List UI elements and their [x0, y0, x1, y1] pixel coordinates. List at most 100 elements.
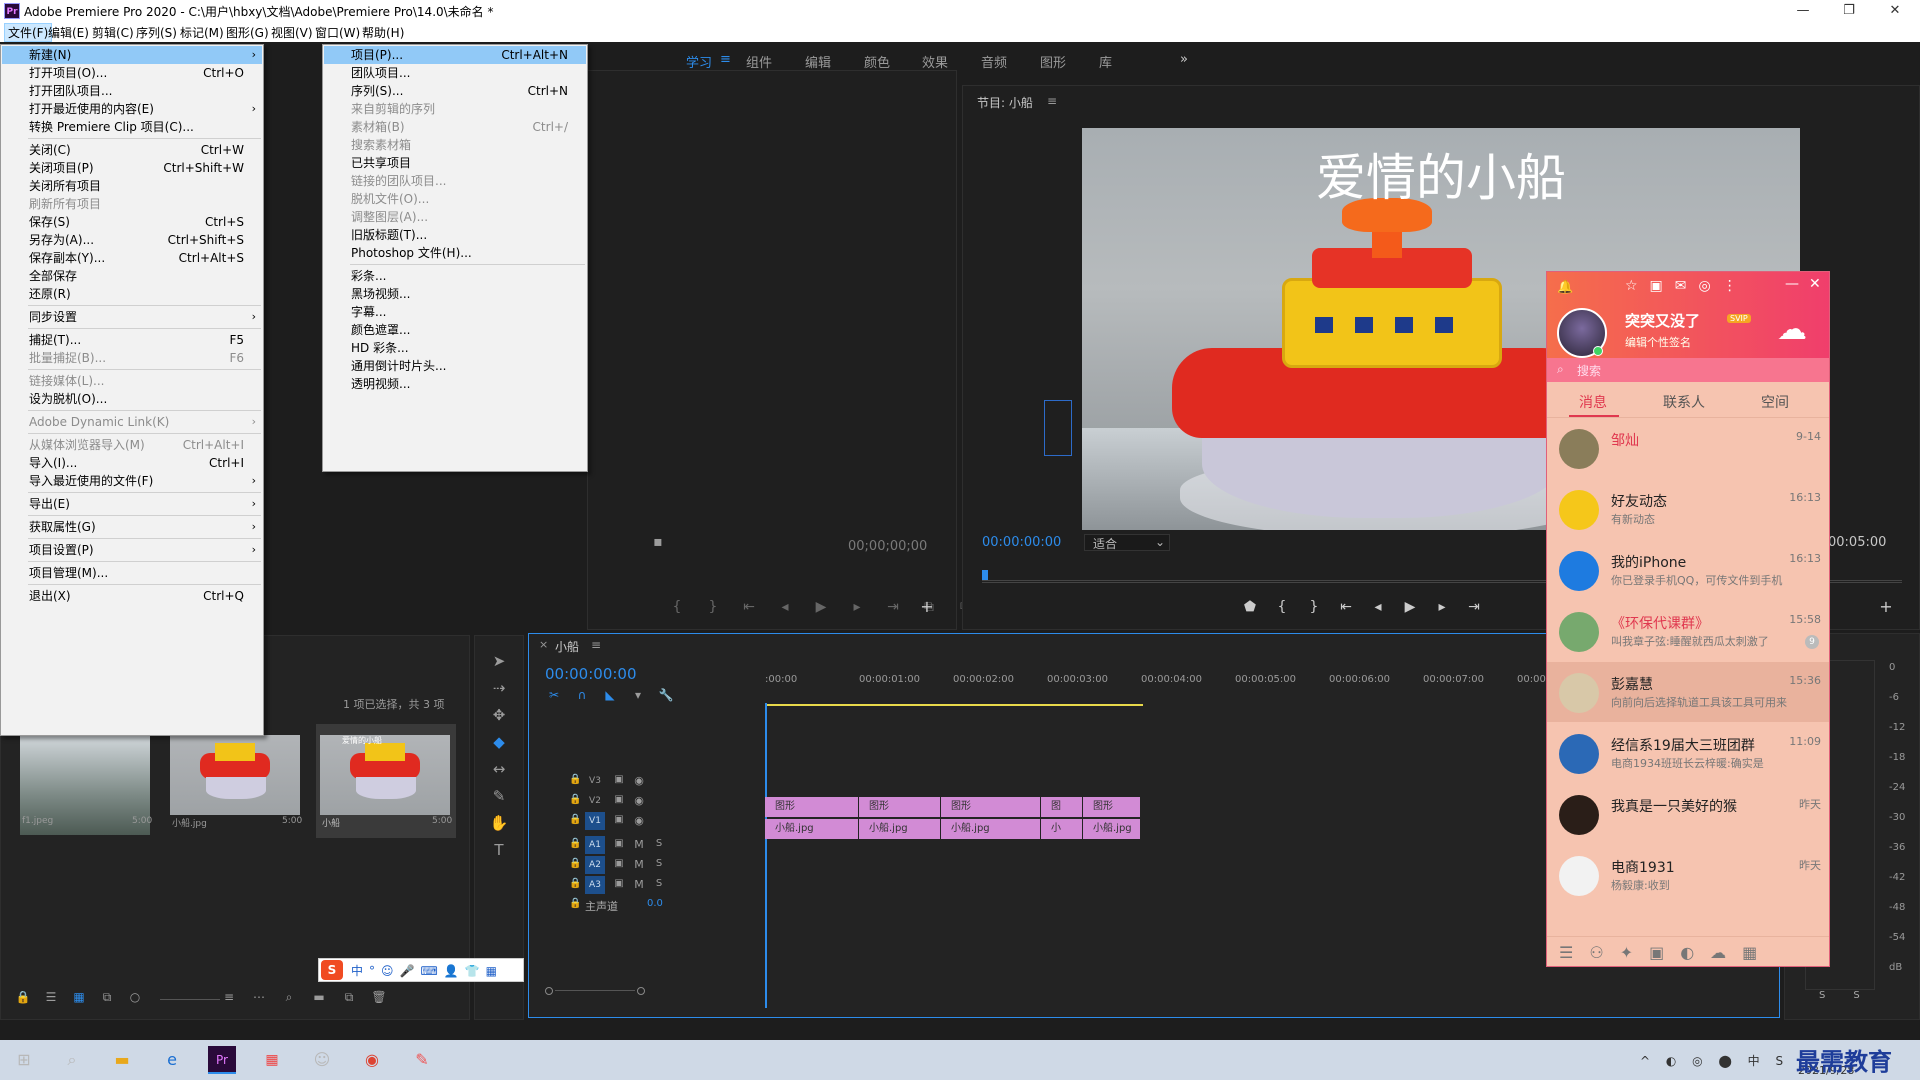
minimize-icon[interactable]: — — [1785, 276, 1799, 292]
lock-icon[interactable]: 🔒 — [569, 794, 581, 805]
menu-item[interactable]: 黑场视频... — [324, 285, 586, 303]
eye-icon[interactable]: ◉ — [633, 774, 645, 787]
image-clip[interactable]: 小 — [1041, 819, 1082, 839]
image-clip[interactable]: 小船.jpg — [941, 819, 1040, 839]
project-tool-icon[interactable]: ☰ — [42, 990, 60, 1004]
tab-messages[interactable]: 消息 — [1579, 392, 1607, 412]
premiere-icon[interactable]: Pr — [208, 1046, 236, 1074]
program-timecode[interactable]: 00:00:00:00 — [982, 535, 1061, 550]
tool-icon[interactable]: ✋ — [489, 814, 509, 832]
track-label[interactable]: V2 — [585, 792, 605, 810]
tool-icon[interactable]: ✥ — [489, 706, 509, 724]
bell-icon[interactable]: 🔔 — [1557, 280, 1573, 295]
menu-item[interactable]: 捕捉(T)... F5 — [2, 331, 262, 349]
solo-icon[interactable]: S — [653, 858, 665, 869]
menu-item[interactable]: 剪辑(C) — [92, 24, 134, 41]
menu-item[interactable]: 关闭所有项目 — [2, 177, 262, 195]
track-label[interactable]: A1 — [585, 836, 605, 854]
mic-icon[interactable]: ▣ — [613, 838, 625, 849]
menu-item[interactable]: 项目设置(P) › — [2, 541, 262, 559]
mute-icon[interactable]: M — [633, 858, 645, 871]
menu-item[interactable]: 保存(S) Ctrl+S — [2, 213, 262, 231]
image-clip[interactable]: 小船.jpg — [859, 819, 940, 839]
transport-button-icon[interactable]: ⇥ — [1464, 599, 1484, 615]
menu-item[interactable]: 另存为(A)... Ctrl+Shift+S — [2, 231, 262, 249]
timeline-tool-icon[interactable]: ▾ — [629, 688, 647, 702]
minimize-icon[interactable]: — — [1780, 0, 1826, 22]
project-tool-icon[interactable]: ⋯ — [250, 990, 268, 1004]
graphic-clip[interactable]: 图形 — [1083, 797, 1140, 817]
close-tab-icon[interactable]: × — [539, 638, 548, 651]
conversation-item[interactable]: 好友动态 有新动态 16:13 — [1547, 479, 1829, 539]
sogou-logo-icon[interactable]: S — [321, 960, 343, 980]
tab-workspace[interactable]: 学习 — [686, 52, 712, 71]
project-tool-icon[interactable]: ▬ — [310, 990, 328, 1004]
sync-icon[interactable]: ▣ — [613, 774, 625, 785]
transport-button-icon[interactable]: { — [1272, 599, 1292, 615]
transport-button-icon[interactable]: ▸ — [847, 599, 867, 615]
timeline-tab[interactable]: 小船 — [555, 638, 579, 655]
menu-item[interactable]: 还原(R) — [2, 285, 262, 303]
menu-item[interactable]: Photoshop 文件(H)... — [324, 244, 586, 262]
windows-start-icon[interactable]: ⊞ — [10, 1046, 38, 1074]
conversation-item[interactable]: 邹灿 9-14 — [1547, 418, 1829, 478]
menu-item[interactable]: 设为脱机(O)... — [2, 390, 262, 408]
close-icon[interactable]: ✕ — [1872, 0, 1918, 22]
transport-button-icon[interactable]: } — [703, 599, 723, 615]
lock-icon[interactable]: 🔒 — [569, 814, 581, 825]
tool-icon[interactable]: ⇢ — [489, 679, 509, 697]
menu-item[interactable]: 保存副本(Y)... Ctrl+Alt+S — [2, 249, 262, 267]
qq-icon[interactable]: ☺ — [308, 1046, 336, 1074]
weather-icon[interactable]: ☁ — [1777, 312, 1807, 347]
project-tool-icon[interactable]: ▦ — [70, 990, 88, 1004]
mic-icon[interactable]: ▣ — [613, 878, 625, 889]
menu-item[interactable]: 关闭(C) Ctrl+W — [2, 141, 262, 159]
maximize-icon[interactable]: ❐ — [1826, 0, 1872, 22]
transport-button-icon[interactable]: ▶ — [811, 599, 831, 615]
sync-icon[interactable]: ▣ — [613, 794, 625, 805]
qq-search-bar[interactable]: ⌕ 搜索 — [1547, 358, 1829, 382]
edge-icon[interactable]: e — [158, 1046, 186, 1074]
conversation-item[interactable]: 我的iPhone 你已登录手机QQ，可传文件到手机 16:13 — [1547, 540, 1829, 600]
tool-icon[interactable]: ◆ — [489, 733, 509, 751]
mic-icon[interactable]: ▣ — [613, 858, 625, 869]
transport-button-icon[interactable]: } — [1304, 599, 1324, 615]
graphic-clip[interactable]: 图形 — [859, 797, 940, 817]
menu-item[interactable]: 同步设置 › — [2, 308, 262, 326]
transport-button-icon[interactable]: ⬟ — [1240, 599, 1260, 615]
header-icons[interactable]: ☆▣✉◎⋮ — [1625, 278, 1749, 294]
track-label[interactable]: V3 — [585, 772, 605, 790]
menu-item[interactable]: 文件(F) — [4, 23, 53, 42]
menu-item[interactable]: 图形(G) — [226, 24, 269, 41]
menu-item[interactable]: 导出(E) › — [2, 495, 262, 513]
menu-item[interactable]: 字幕... — [324, 303, 586, 321]
menu-item[interactable]: 导入最近使用的文件(F) › — [2, 472, 262, 490]
tab-workspace[interactable]: 编辑 — [805, 52, 831, 71]
timeline-tool-icon[interactable]: ◣ — [601, 688, 619, 702]
more-tabs-icon[interactable]: » — [1180, 52, 1188, 67]
project-tool-icon[interactable]: 🗑 — [370, 990, 388, 1004]
timeline-playhead[interactable] — [765, 703, 767, 1008]
transport-button-icon[interactable]: ⇤ — [1336, 599, 1356, 615]
transport-button-icon[interactable]: ▸ — [1432, 599, 1452, 615]
conversation-item[interactable]: 经信系19届大三班团群 电商1934班班长云梓暖:确实是 11:09 — [1547, 723, 1829, 783]
tool-icon[interactable]: T — [489, 841, 509, 859]
chrome-icon[interactable]: ◉ — [358, 1046, 386, 1074]
graphic-clip[interactable]: 图形 — [941, 797, 1040, 817]
transport-button-icon[interactable]: ◂ — [1368, 599, 1388, 615]
transport-button-icon[interactable]: ▶ — [1400, 599, 1420, 615]
menu-item[interactable]: 序列(S) — [136, 24, 177, 41]
graphic-clip[interactable]: 图 — [1041, 797, 1082, 817]
menu-item[interactable]: 关闭项目(P) Ctrl+Shift+W — [2, 159, 262, 177]
playhead-marker[interactable] — [982, 570, 988, 580]
menu-item[interactable]: 已共享项目 — [324, 154, 586, 172]
conversation-item[interactable]: 彭嘉慧 向前向后选择轨道工具该工具可用来 15:36 — [1547, 662, 1829, 722]
lock-icon[interactable]: 🔒 — [569, 898, 581, 909]
qq-bottom-icons[interactable]: ☰⚇✦▣◐☁▦ — [1559, 943, 1773, 962]
project-tool-icon[interactable]: ⧉ — [98, 990, 116, 1005]
tool-icon[interactable]: ✎ — [489, 787, 509, 805]
timeline-tool-icon[interactable]: 🔧 — [657, 688, 675, 702]
lock-icon[interactable]: 🔒 — [569, 774, 581, 785]
fit-dropdown[interactable]: 适合 ⌄ — [1084, 534, 1170, 551]
project-tool-icon[interactable]: 🔒 — [14, 990, 32, 1004]
